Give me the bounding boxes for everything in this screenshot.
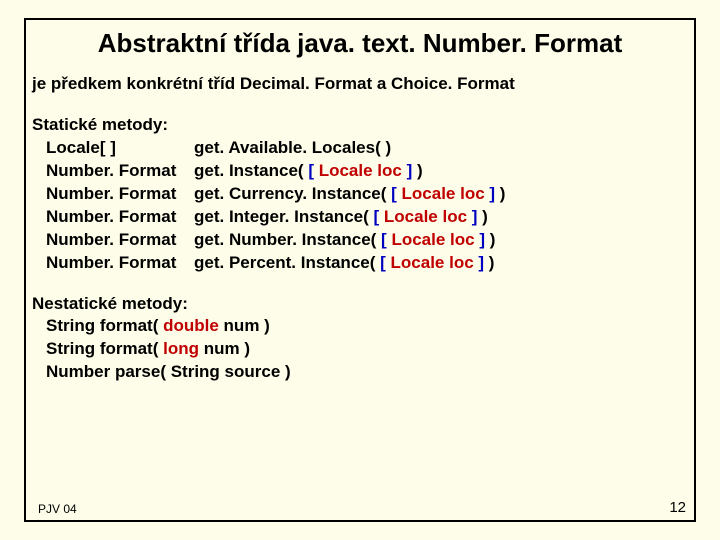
sig-pre: Number parse( String source ) [46, 362, 291, 381]
method-signature: get. Percent. Instance( [ Locale loc ] ) [194, 252, 688, 275]
sig-post: ) [485, 230, 495, 249]
sig-post: ) [495, 184, 505, 203]
optional-param: Locale loc [314, 161, 407, 180]
sig-pre: String format( [46, 316, 163, 335]
sig-pre: get. Integer. Instance( [194, 207, 374, 226]
sig-post: ) [477, 207, 487, 226]
static-method-row: Number. Formatget. Integer. Instance( [ … [46, 206, 688, 229]
sig-pre: get. Instance( [194, 161, 308, 180]
method-signature: get. Instance( [ Locale loc ] ) [194, 160, 688, 183]
sig-pre: get. Percent. Instance( [194, 253, 380, 272]
static-method-row: Number. Formatget. Instance( [ Locale lo… [46, 160, 688, 183]
intro-text: je předkem konkrétní tříd Decimal. Forma… [32, 73, 688, 96]
slide: Abstraktní třída java. text. Number. For… [0, 0, 720, 540]
return-type: Number. Format [46, 183, 194, 206]
return-type: Number. Format [46, 160, 194, 183]
return-type: Locale[ ] [46, 137, 194, 160]
sig-pre: get. Currency. Instance( [194, 184, 391, 203]
sig-pre: get. Available. Locales( ) [194, 138, 391, 157]
sig-pre: String format( [46, 339, 163, 358]
optional-param: Locale loc [379, 207, 472, 226]
type-keyword: double [163, 316, 219, 335]
method-signature: get. Currency. Instance( [ Locale loc ] … [194, 183, 688, 206]
optional-param: Locale loc [386, 253, 479, 272]
nonstatic-method-row: String format( double num ) [46, 315, 688, 338]
optional-param: Locale loc [397, 184, 490, 203]
sig-pre: get. Number. Instance( [194, 230, 381, 249]
static-method-row: Number. Formatget. Number. Instance( [ L… [46, 229, 688, 252]
static-methods-label: Statické metody: [32, 114, 688, 137]
method-signature: get. Available. Locales( ) [194, 137, 688, 160]
method-signature: get. Integer. Instance( [ Locale loc ] ) [194, 206, 688, 229]
sig-post: num ) [219, 316, 270, 335]
nonstatic-method-row: String format( long num ) [46, 338, 688, 361]
nonstatic-method-row: Number parse( String source ) [46, 361, 688, 384]
page-number: 12 [669, 499, 686, 516]
static-method-row: Number. Formatget. Percent. Instance( [ … [46, 252, 688, 275]
static-methods-list: Locale[ ]get. Available. Locales( )Numbe… [32, 137, 688, 275]
type-keyword: long [163, 339, 199, 358]
nonstatic-methods-label: Nestatické metody: [32, 293, 688, 316]
return-type: Number. Format [46, 252, 194, 275]
return-type: Number. Format [46, 229, 194, 252]
slide-title: Abstraktní třída java. text. Number. For… [32, 28, 688, 59]
slide-body: je předkem konkrétní tříd Decimal. Forma… [32, 73, 688, 384]
static-method-row: Number. Formatget. Currency. Instance( [… [46, 183, 688, 206]
return-type: Number. Format [46, 206, 194, 229]
sig-post: ) [484, 253, 494, 272]
footer-code: PJV 04 [38, 502, 77, 516]
method-signature: get. Number. Instance( [ Locale loc ] ) [194, 229, 688, 252]
static-method-row: Locale[ ]get. Available. Locales( ) [46, 137, 688, 160]
sig-post: ) [412, 161, 422, 180]
content-frame: Abstraktní třída java. text. Number. For… [24, 18, 696, 522]
nonstatic-methods-list: String format( double num )String format… [32, 315, 688, 384]
sig-post: num ) [199, 339, 250, 358]
optional-param: Locale loc [387, 230, 480, 249]
